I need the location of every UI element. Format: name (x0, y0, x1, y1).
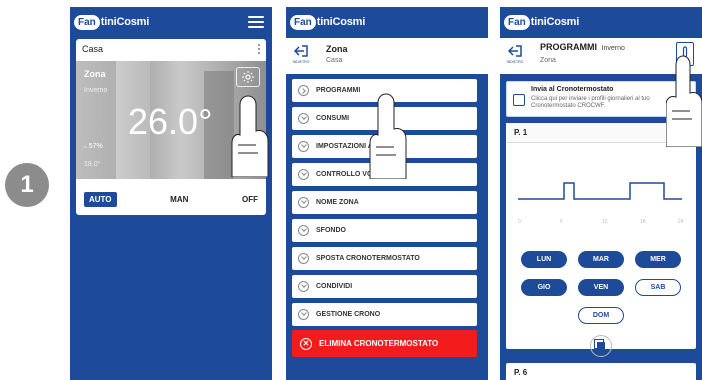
day-button-gio[interactable]: GIO (521, 279, 567, 296)
chevron-down-icon (298, 141, 309, 152)
brand-logo: Fan tiniCosmi (504, 13, 579, 31)
broadcast-icon (513, 94, 525, 106)
chevron-right-icon (298, 85, 309, 96)
menu-item-nome-zona[interactable]: NOME ZONA (292, 191, 477, 214)
water-drop-icon: 💧︎ (84, 143, 87, 150)
close-circle-icon: ✕ (300, 337, 312, 350)
tutorial-stage: 1 Fan tiniCosmi Casa Zona Inverno 26.0° … (0, 0, 702, 380)
axis-tick: 24 (678, 219, 684, 225)
menu-item-sfondo[interactable]: SFONDO (292, 219, 477, 242)
menu-item-label: SPOSTA CRONOTERMOSTATO (316, 255, 420, 262)
zone-card-header: Casa (76, 39, 266, 59)
mode-off-button[interactable]: OFF (242, 195, 258, 204)
mode-selector: AUTO MAN OFF (76, 189, 266, 209)
menu-item-label: NOME ZONA (316, 199, 359, 206)
day-button-ven[interactable]: VEN (578, 279, 624, 296)
axis-tick: 6 (560, 219, 563, 225)
back-button[interactable]: INDIETRO (291, 44, 311, 68)
brand-logo: Fan tiniCosmi (74, 13, 149, 31)
program-label: P. 6 (514, 368, 528, 377)
pointing-hand-icon (369, 93, 407, 179)
step-number-badge: 1 (5, 163, 49, 207)
back-caption: INDIETRO (292, 60, 310, 64)
brand-logo-mark: Fan (74, 14, 100, 30)
program-label: P. 1 (514, 128, 528, 137)
chevron-down-icon (298, 169, 309, 180)
pointing-hand-icon (666, 55, 702, 147)
back-arrow-icon (293, 45, 308, 57)
chevron-down-icon (298, 309, 309, 320)
chevron-down-icon (298, 113, 309, 124)
program-card-p6: P. 6 (506, 363, 696, 380)
menu-item-condividi[interactable]: CONDIVIDI (292, 275, 477, 298)
copy-program-button[interactable] (590, 335, 612, 357)
menu-item-label: CONSUMI (316, 115, 350, 122)
daily-schedule-graph (518, 182, 682, 200)
day-button-mar[interactable]: MAR (578, 251, 624, 268)
chevron-down-icon (298, 225, 309, 236)
hamburger-menu-icon[interactable] (248, 16, 264, 28)
delete-label: ELIMINA CRONOTERMOSTATO (319, 339, 439, 348)
day-button-dom[interactable]: DOM (578, 307, 624, 324)
graph-axis-ticks: 0 6 12 18 24 (518, 219, 688, 229)
home-name: Casa (82, 44, 104, 54)
axis-tick: 12 (602, 219, 608, 225)
mode-man-button[interactable]: MAN (170, 195, 188, 204)
program-card-p1: P. 1 0 6 12 18 24 LUN MAR MER GIO VEN SA… (506, 123, 696, 357)
zone-name: Zona (84, 69, 106, 79)
humidity-value: 💧︎ 57% (84, 143, 103, 151)
banner-description: Clicca qui per inviare i profili giornal… (531, 96, 650, 109)
phone-zone-menu: Fan tiniCosmi INDIETRO Zona Casa PROGRAM… (286, 7, 488, 380)
page-title-text: PROGRAMMI (540, 42, 597, 52)
copy-icon (594, 339, 605, 350)
humidity-text: 57% (88, 143, 103, 150)
back-button[interactable]: INDIETRO (505, 44, 525, 68)
brand-logo-mark: Fan (504, 14, 530, 30)
gear-icon (242, 71, 254, 83)
banner-title: Invia al Cronotermostato (531, 86, 614, 93)
pointing-hand-icon (231, 95, 269, 177)
menu-item-label: SFONDO (316, 227, 346, 234)
phone-programs-screen: Fan tiniCosmi INDIETRO PROGRAMMI Inverno… (500, 7, 702, 380)
menu-item-gestione-crono[interactable]: GESTIONE CRONO (292, 303, 477, 326)
season-label: Inverno (84, 87, 108, 94)
menu-item-sposta-cronotermostato[interactable]: SPOSTA CRONOTERMOSTATO (292, 247, 477, 270)
back-arrow-icon (507, 45, 522, 57)
zone-header: INDIETRO Zona Casa (286, 38, 488, 74)
brand-logo-text: tiniCosmi (530, 16, 580, 28)
chevron-down-icon (298, 197, 309, 208)
axis-tick: 18 (640, 219, 646, 225)
brand-logo-text: tiniCosmi (316, 16, 366, 28)
phone-home-screen: Fan tiniCosmi Casa Zona Inverno 26.0° 💧︎… (70, 7, 272, 380)
day-button-lun[interactable]: LUN (521, 251, 567, 268)
menu-item-label: GESTIONE CRONO (316, 311, 381, 318)
day-button-mer[interactable]: MER (635, 251, 681, 268)
page-title: Zona (326, 44, 348, 54)
brand-logo: Fan tiniCosmi (290, 13, 365, 31)
chevron-down-icon (298, 281, 309, 292)
menu-item-label: CONDIVIDI (316, 283, 353, 290)
brand-logo-text: tiniCosmi (100, 16, 150, 28)
back-caption: INDIETRO (506, 60, 524, 64)
settings-button[interactable] (236, 67, 260, 87)
delete-thermostat-button[interactable]: ✕ ELIMINA CRONOTERMOSTATO (292, 330, 477, 357)
current-temperature: 26.0° (128, 101, 213, 142)
season-mode-label: Inverno (601, 45, 625, 52)
axis-tick: 0 (518, 219, 521, 225)
menu-item-label: PROGRAMMI (316, 87, 361, 94)
page-subtitle: Zona (540, 57, 556, 64)
mode-auto-button[interactable]: AUTO (84, 191, 117, 207)
page-title: PROGRAMMI Inverno (540, 42, 625, 52)
chevron-down-icon (298, 253, 309, 264)
page-subtitle: Casa (326, 57, 343, 64)
day-button-sab[interactable]: SAB (635, 279, 681, 296)
brand-logo-mark: Fan (290, 14, 316, 30)
kebab-menu-icon[interactable] (258, 44, 261, 54)
setpoint-value: 18.0° (84, 161, 101, 168)
